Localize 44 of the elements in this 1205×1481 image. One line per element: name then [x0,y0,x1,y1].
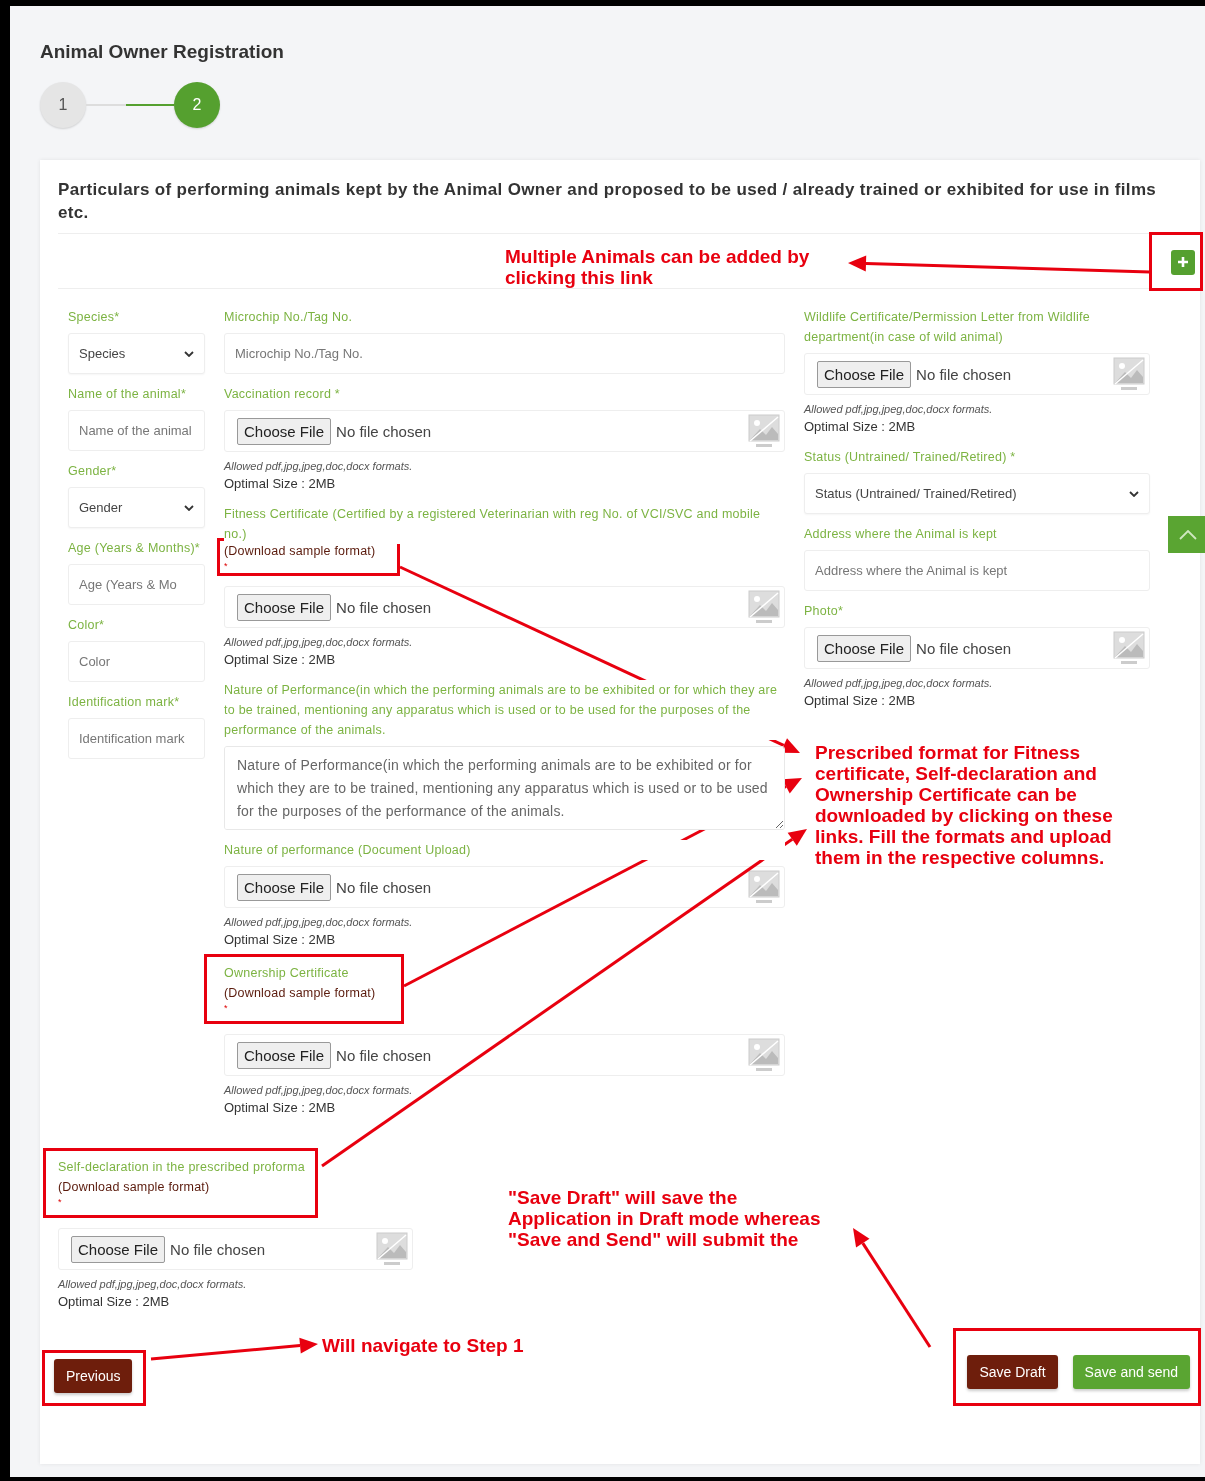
save-draft-button[interactable]: Save Draft [967,1355,1058,1389]
input-field[interactable]: Name of the animal [68,410,205,451]
text-area-field[interactable]: Nature of Performance(in which the performing animals are to be exhibited or for which they are to be trained, mentioning any apparatus which is used or to be used for the purposes of the performance of the animals. [224,746,785,830]
choose-file-button[interactable]: Choose File [237,873,332,901]
field-label: Nature of performance (Document Upload) [224,840,785,860]
required-mark: * [224,1003,228,1013]
dropdown-field[interactable]: Gender [68,487,205,528]
choose-file-button[interactable]: Choose File [237,593,332,621]
choose-file-button[interactable]: Choose File [817,360,912,388]
chevron-down-icon [184,504,194,511]
dropdown-field[interactable]: Species [68,333,205,374]
choose-file-button[interactable]: Choose File [237,417,332,445]
chevron-down-icon [184,350,194,357]
page-title: Animal Owner Registration [40,40,285,64]
step-indicator[interactable]: 1 [40,82,86,128]
input-field[interactable]: Age (Years & Mo [68,564,205,605]
image-icon [748,1038,780,1072]
image-icon [748,870,780,904]
dropdown-field[interactable]: Status (Untrained/ Trained/Retired) [804,473,1150,514]
save-buttons-note: "Save Draft" will save the Application in Draft mode whereas "Save and Send" will submit the [508,1187,821,1250]
choose-file-button[interactable]: Choose File [237,1041,332,1069]
section-heading: Particulars of performing animals kept by the Animal Owner and proposed to be used / already trained or exhibited for use in films etc. [58,179,1158,224]
plus-icon [1177,256,1189,268]
required-mark: * [58,1197,62,1207]
input-field[interactable]: Identification mark [68,718,205,759]
choose-file-button[interactable]: Choose File [71,1235,166,1263]
download-format-note: Prescribed format for Fitness certificate, Self-declaration and Ownership Certificate can be downloaded by clicking on these links. Fill the formats and upload them in the respective columns. [815,742,1113,868]
image-icon [748,590,780,624]
required-mark: * [224,561,228,571]
image-icon [1113,357,1145,391]
choose-file-button[interactable]: Choose File [817,634,912,662]
input-field[interactable]: Microchip No./Tag No. [224,333,785,374]
previous-note: Will navigate to Step 1 [322,1335,524,1356]
image-icon [748,414,780,448]
input-field[interactable]: Color [68,641,205,682]
scroll-top-button[interactable] [1168,516,1205,553]
input-field[interactable]: Address where the Animal is kept [804,550,1150,591]
add-animal-note: Multiple Animals can be added by clicking this link [505,246,810,288]
previous-button[interactable]: Previous [54,1359,133,1393]
image-icon [376,1232,408,1266]
image-icon [1113,631,1145,665]
chevron-up-icon [1179,529,1197,540]
add-button[interactable] [1171,249,1195,275]
chevron-down-icon [1129,490,1139,497]
